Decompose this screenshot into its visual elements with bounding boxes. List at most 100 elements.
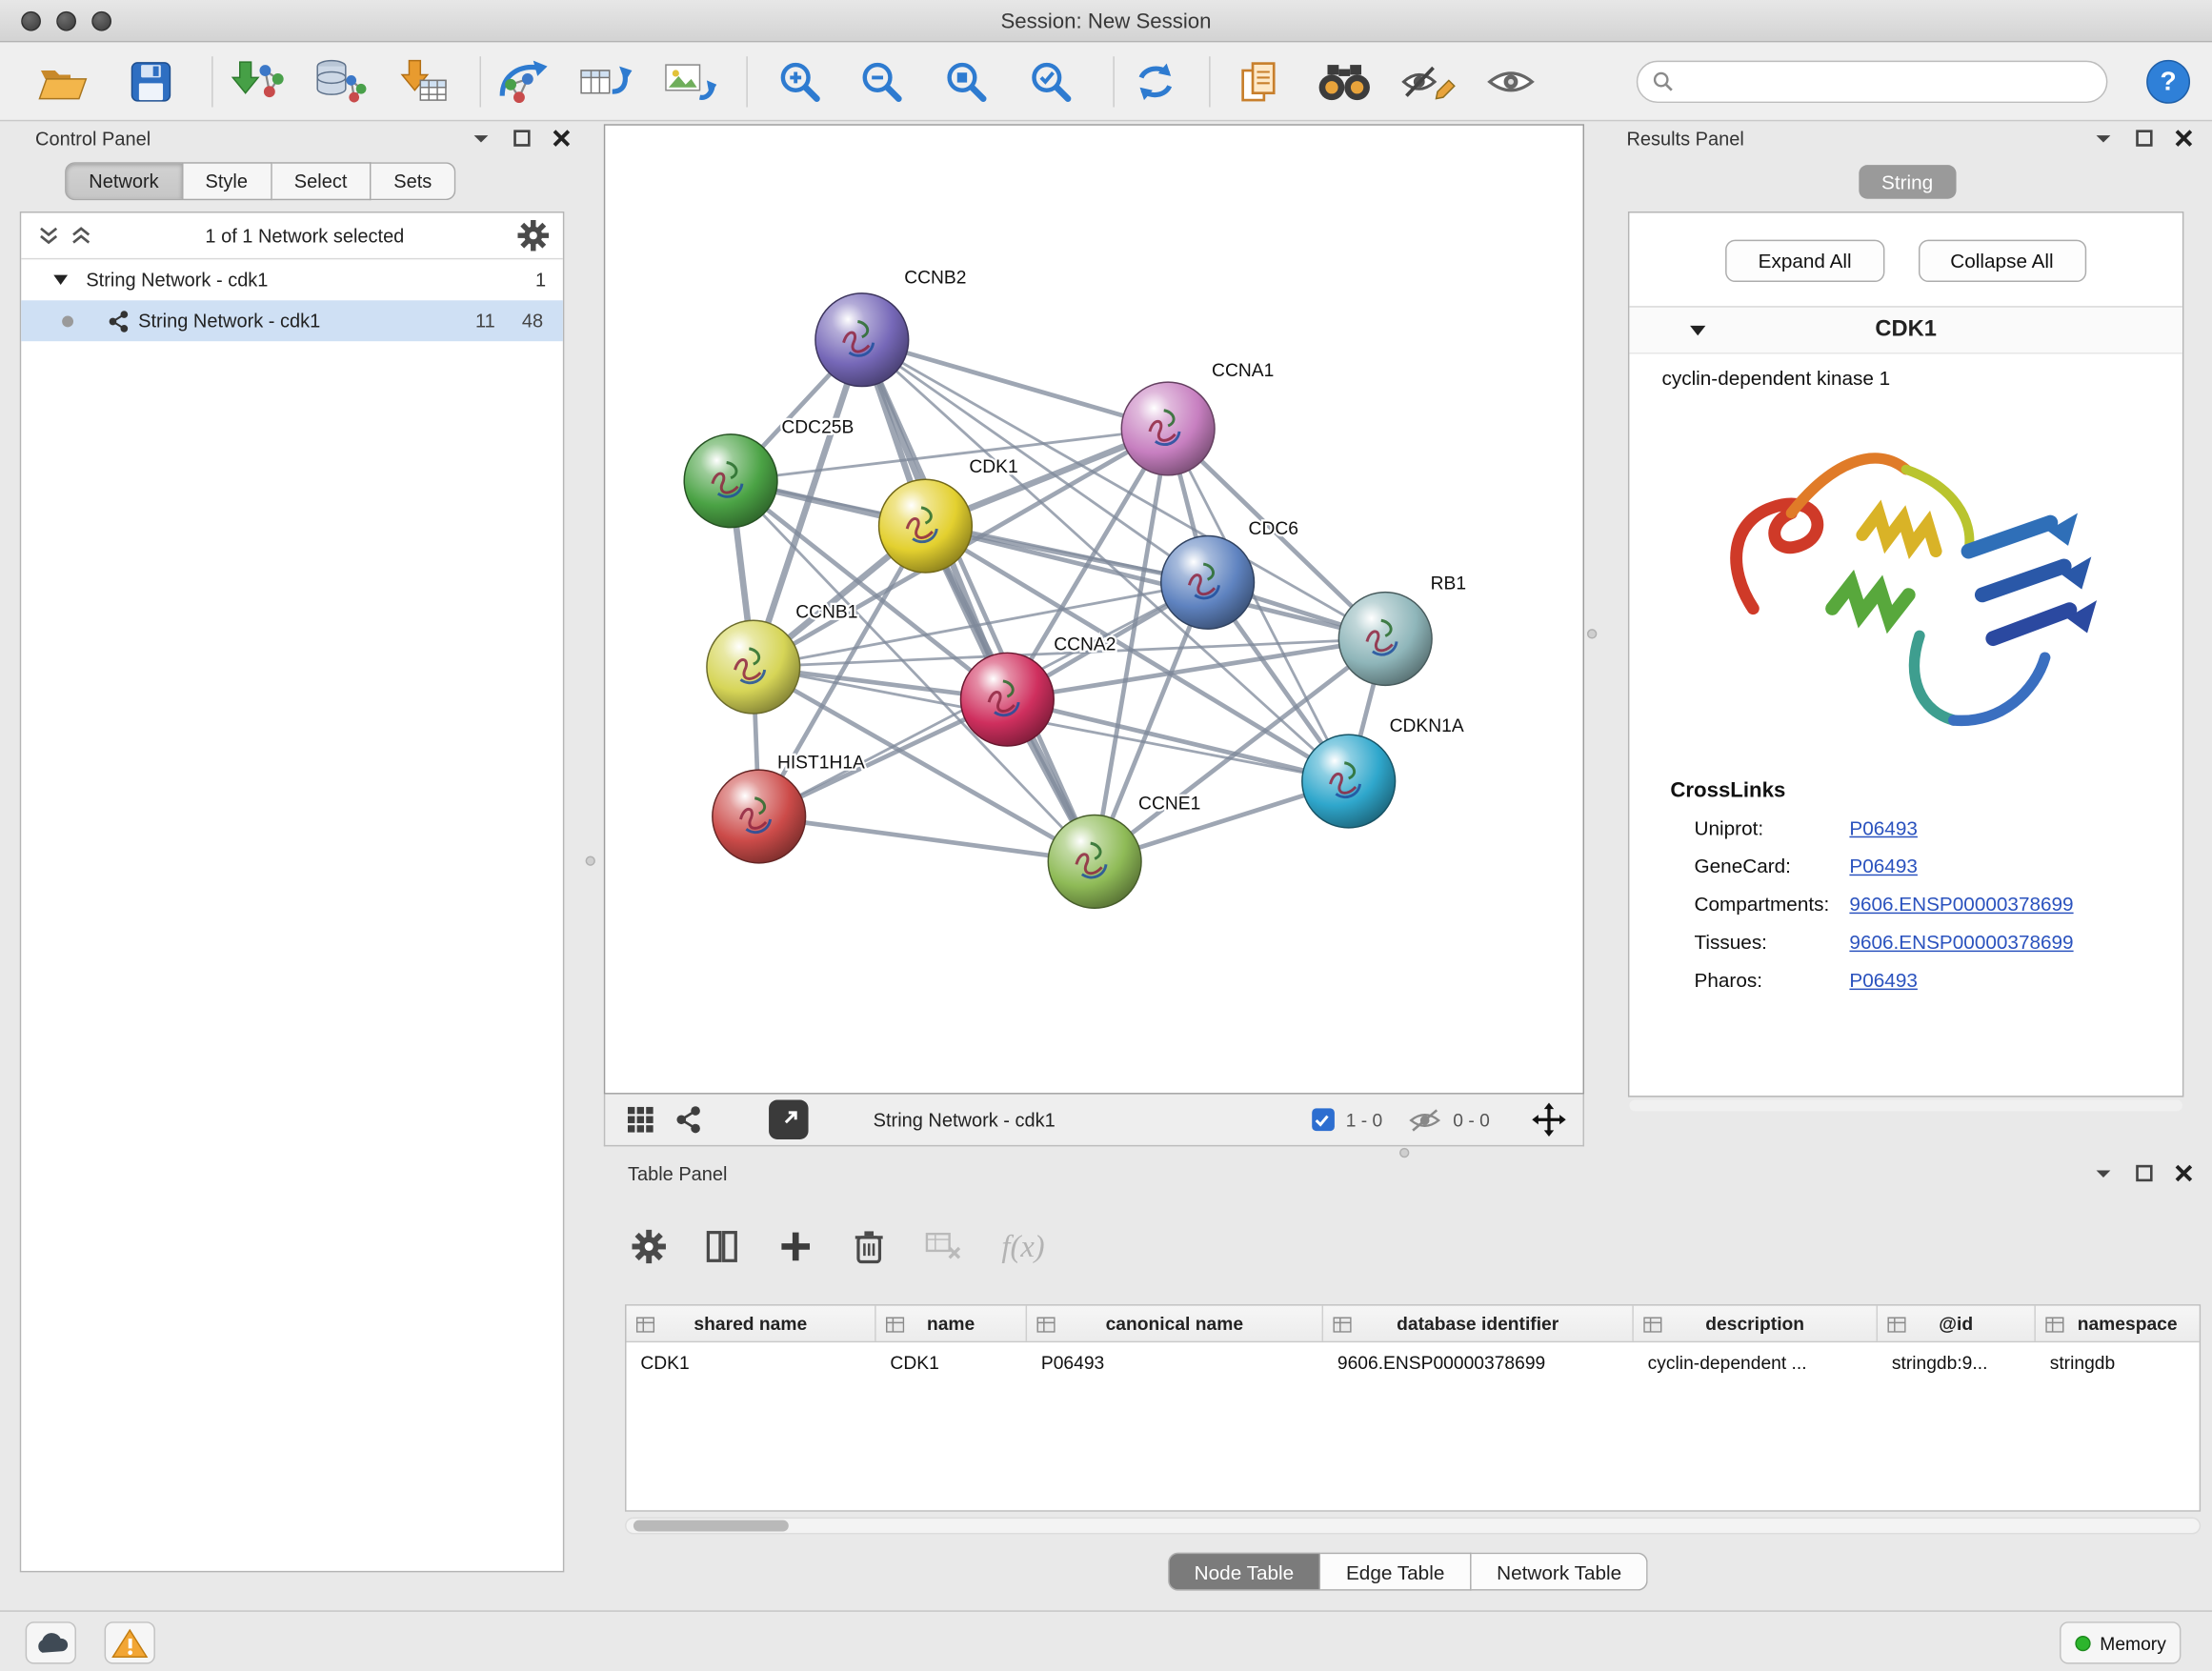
panel-collapse-button[interactable] bbox=[2094, 131, 2114, 146]
panel-float-button[interactable] bbox=[513, 130, 531, 147]
add-column-button[interactable] bbox=[778, 1230, 813, 1264]
tab-edge-table[interactable]: Edge Table bbox=[1320, 1553, 1471, 1591]
network-node-CDC6[interactable] bbox=[1161, 535, 1255, 629]
network-overview-button[interactable] bbox=[664, 1100, 712, 1139]
column-header-shared-name[interactable]: shared name bbox=[627, 1306, 876, 1341]
panel-float-button[interactable] bbox=[2136, 130, 2153, 147]
memory-button[interactable]: Memory bbox=[2060, 1621, 2181, 1663]
table-toolbar: f(x) bbox=[632, 1213, 1044, 1280]
pharos-link[interactable]: P06493 bbox=[1849, 969, 1917, 992]
network-canvas[interactable]: CCNB2CCNA1CDC25BCDK1CDC6RB1CCNB1CCNA2CDK… bbox=[605, 126, 1582, 1093]
cloud-status-button[interactable] bbox=[26, 1621, 76, 1663]
column-header-description[interactable]: description bbox=[1634, 1306, 1878, 1341]
network-node-CCNA2[interactable] bbox=[960, 653, 1054, 746]
warnings-button[interactable] bbox=[105, 1621, 155, 1663]
table-settings-button[interactable] bbox=[632, 1230, 666, 1264]
column-header-canonical-name[interactable]: canonical name bbox=[1027, 1306, 1323, 1341]
tab-network[interactable]: Network bbox=[65, 162, 183, 200]
collapse-all-button[interactable]: Collapse All bbox=[1918, 240, 2085, 282]
expand-all-icon[interactable] bbox=[70, 226, 91, 246]
network-node-RB1[interactable] bbox=[1338, 593, 1432, 686]
tissues-link[interactable]: 9606.ENSP00000378699 bbox=[1849, 931, 2073, 954]
show-graphics-button[interactable] bbox=[1479, 52, 1541, 111]
panel-close-button[interactable] bbox=[553, 130, 571, 147]
tab-select[interactable]: Select bbox=[271, 162, 371, 200]
uniprot-link[interactable]: P06493 bbox=[1849, 816, 1917, 839]
panel-collapse-button[interactable] bbox=[472, 131, 492, 146]
table-header-row: shared name name canonical name database… bbox=[627, 1306, 2200, 1342]
network-row-selected[interactable]: String Network - cdk1 11 48 bbox=[21, 300, 563, 341]
network-collection-row[interactable]: String Network - cdk1 1 bbox=[21, 259, 563, 300]
zoom-in-button[interactable] bbox=[769, 52, 831, 111]
expand-all-button[interactable]: Expand All bbox=[1726, 240, 1884, 282]
network-edge-CCNB2-CCNE1[interactable] bbox=[862, 340, 1095, 862]
new-network-button[interactable] bbox=[493, 52, 555, 111]
vertical-splitter-handle[interactable] bbox=[586, 856, 595, 865]
zoom-selected-button[interactable] bbox=[1020, 52, 1082, 111]
node-count: 11 bbox=[475, 311, 495, 332]
compartments-link[interactable]: 9606.ENSP00000378699 bbox=[1849, 893, 2073, 916]
tab-sets[interactable]: Sets bbox=[372, 162, 456, 200]
export-image-button[interactable] bbox=[659, 52, 721, 111]
column-header-database-identifier[interactable]: database identifier bbox=[1323, 1306, 1634, 1341]
gear-icon[interactable] bbox=[517, 220, 549, 252]
import-table-button[interactable] bbox=[392, 52, 454, 111]
column-header-id[interactable]: @id bbox=[1878, 1306, 2036, 1341]
column-header-namespace[interactable]: namespace bbox=[2036, 1306, 2201, 1341]
tab-string[interactable]: String bbox=[1859, 165, 1956, 199]
tab-node-table[interactable]: Node Table bbox=[1168, 1553, 1321, 1591]
toolbar-search-field[interactable] bbox=[1637, 61, 2108, 103]
network-node-CDK1[interactable] bbox=[879, 479, 973, 573]
search-input[interactable] bbox=[1683, 71, 2092, 92]
search-network-button[interactable] bbox=[1314, 52, 1376, 111]
column-header-name[interactable]: name bbox=[876, 1306, 1027, 1341]
results-scrollbar[interactable] bbox=[1629, 1100, 2182, 1112]
tab-style[interactable]: Style bbox=[183, 162, 271, 200]
table-row[interactable]: CDK1 CDK1 P06493 9606.ENSP00000378699 cy… bbox=[627, 1342, 2200, 1381]
panel-float-button[interactable] bbox=[2136, 1165, 2153, 1182]
tree-expand-icon[interactable] bbox=[52, 273, 70, 286]
network-node-CCNB1[interactable] bbox=[707, 620, 800, 714]
zoom-fit-button[interactable] bbox=[935, 52, 997, 111]
tab-network-table[interactable]: Network Table bbox=[1472, 1553, 1649, 1591]
section-collapse-icon[interactable] bbox=[1689, 324, 1707, 336]
genecard-link[interactable]: P06493 bbox=[1849, 855, 1917, 877]
panel-close-button[interactable] bbox=[2176, 130, 2193, 147]
select-columns-button[interactable] bbox=[705, 1230, 739, 1264]
collapse-all-icon[interactable] bbox=[38, 226, 59, 246]
panel-close-button[interactable] bbox=[2176, 1165, 2193, 1182]
protein-section-header[interactable]: CDK1 bbox=[1629, 306, 2182, 353]
network-node-HIST1H1A[interactable] bbox=[713, 770, 806, 863]
save-session-button[interactable] bbox=[120, 52, 182, 111]
horizontal-splitter-handle[interactable] bbox=[1399, 1148, 1409, 1158]
selected-nodes-checkbox[interactable] bbox=[1312, 1108, 1335, 1131]
zoom-out-button[interactable] bbox=[851, 52, 913, 111]
function-builder-button[interactable]: f(x) bbox=[1001, 1228, 1044, 1264]
delete-column-button[interactable] bbox=[852, 1228, 886, 1264]
clone-network-button[interactable] bbox=[575, 52, 637, 111]
copy-button[interactable] bbox=[1229, 52, 1291, 111]
node-label-HIST1H1A: HIST1H1A bbox=[777, 754, 865, 774]
scrollbar-thumb[interactable] bbox=[633, 1520, 789, 1532]
panel-collapse-button[interactable] bbox=[2094, 1166, 2114, 1180]
pan-mode-button[interactable] bbox=[1532, 1102, 1566, 1137]
network-edge-CCNB2-CCNA1[interactable] bbox=[862, 340, 1168, 429]
help-button[interactable]: ? bbox=[2145, 59, 2190, 104]
network-node-CDC25B[interactable] bbox=[684, 434, 777, 528]
network-edge-HIST1H1A-CCNE1[interactable] bbox=[759, 816, 1095, 861]
network-node-CCNE1[interactable] bbox=[1048, 815, 1141, 909]
vertical-splitter-handle[interactable] bbox=[1587, 629, 1597, 638]
open-session-button[interactable] bbox=[32, 52, 94, 111]
import-network-database-button[interactable] bbox=[309, 52, 371, 111]
hide-annotate-button[interactable] bbox=[1397, 52, 1458, 111]
hidden-eye-slash-icon[interactable] bbox=[1408, 1108, 1442, 1132]
grid-view-button[interactable] bbox=[616, 1100, 664, 1139]
network-node-CCNA1[interactable] bbox=[1121, 382, 1215, 475]
network-node-CDKN1A[interactable] bbox=[1302, 735, 1396, 828]
delete-table-button[interactable] bbox=[925, 1233, 962, 1261]
detach-view-button[interactable] bbox=[769, 1100, 808, 1139]
import-network-file-button[interactable] bbox=[227, 52, 289, 111]
network-node-CCNB2[interactable] bbox=[815, 293, 909, 387]
refresh-button[interactable] bbox=[1124, 52, 1186, 111]
table-horizontal-scrollbar[interactable] bbox=[625, 1518, 2201, 1535]
